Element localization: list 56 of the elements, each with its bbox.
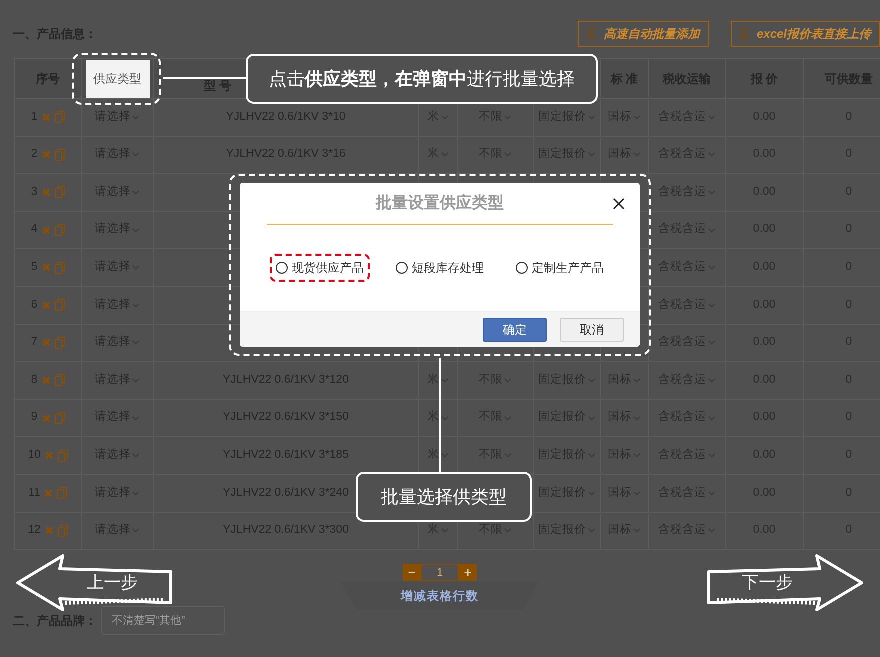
callout-text: 点击供应类型，在弹窗中进行批量选择 — [246, 54, 598, 104]
plus-button[interactable]: + — [459, 564, 477, 582]
delete-icon — [42, 338, 51, 348]
chevron-icon — [440, 378, 448, 383]
radio-option[interactable]: 定制生产产品 — [510, 254, 610, 282]
radio-button[interactable] — [276, 262, 288, 274]
document-icon — [586, 28, 598, 40]
column-header[interactable]: 供应类型 — [86, 60, 150, 98]
delete-icon — [42, 188, 51, 197]
confirm-button[interactable]: 确定 — [483, 318, 547, 342]
delete-icon — [42, 376, 51, 385]
option-label: 现货供应产品 — [292, 260, 364, 277]
close-icon[interactable] — [613, 198, 625, 210]
delete-icon — [44, 488, 54, 498]
radio-button[interactable] — [396, 262, 408, 274]
chevron-icon — [440, 416, 448, 421]
next-step-button[interactable]: 下一步 — [705, 553, 865, 613]
copy-icon — [54, 336, 65, 349]
delete-icon — [42, 300, 51, 310]
delete-icon — [44, 526, 54, 536]
toolbar-button[interactable]: excel报价表直接上传 — [730, 20, 880, 46]
radio-option[interactable]: 短段库存处理 — [390, 254, 490, 282]
copy-icon — [54, 374, 65, 386]
delete-icon — [42, 414, 51, 423]
delete-icon — [42, 112, 51, 122]
right-arrow-icon — [705, 553, 865, 613]
copy-icon — [58, 450, 68, 462]
option-label: 短段库存处理 — [412, 260, 484, 277]
copy-icon — [54, 224, 65, 236]
cancel-button[interactable]: 取消 — [560, 318, 624, 342]
minus-button[interactable]: − — [403, 564, 421, 582]
row-count-field[interactable]: 1 — [421, 564, 459, 582]
delete-icon — [42, 263, 51, 272]
copy-icon — [54, 299, 65, 312]
copy-icon — [54, 111, 65, 124]
modal-title: 批量设置供应类型 — [376, 193, 504, 214]
delete-icon — [42, 150, 51, 160]
copy-icon — [57, 487, 68, 500]
option-label: 定制生产产品 — [532, 260, 604, 277]
chevron-icon — [440, 453, 448, 458]
callout-text: 批量选择供类型 — [356, 472, 532, 522]
copy-icon — [54, 262, 65, 274]
copy-icon — [54, 412, 65, 424]
delete-icon — [42, 226, 51, 235]
copy-icon — [54, 148, 65, 161]
copy-icon — [54, 186, 65, 198]
document-icon — [740, 28, 751, 40]
copy-icon — [58, 524, 68, 537]
row-count-label[interactable]: 增减表格行数 — [401, 587, 479, 606]
toolbar-button[interactable]: 高速自动批量添加 — [578, 20, 709, 46]
radio-button[interactable] — [516, 262, 528, 274]
delete-icon — [44, 451, 54, 460]
radio-option[interactable]: 现货供应产品 — [270, 254, 370, 282]
left-arrow-icon — [15, 553, 175, 613]
previous-step-button[interactable]: 上一步 — [15, 553, 175, 613]
brand-field[interactable]: 不清楚写“其他” — [101, 606, 225, 636]
